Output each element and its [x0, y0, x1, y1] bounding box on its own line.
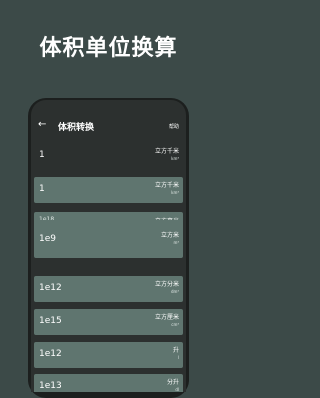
row-value: 1e12 — [39, 349, 62, 359]
help-button[interactable]: 帮助 — [169, 123, 179, 130]
row-symbol: m³ — [173, 240, 180, 245]
row-unit: 立方千米 — [154, 148, 179, 155]
row-value: 1 — [39, 150, 45, 160]
promo-headline: 体积单位换算 — [39, 36, 178, 61]
row-unit: 立方米 — [160, 232, 179, 239]
row-unit: 升 — [172, 347, 179, 354]
app-bar: ← 体积转换 帮助 — [31, 117, 186, 137]
result-row[interactable]: 1e9 立方米 m³ — [34, 220, 183, 258]
result-row[interactable]: 1e15 立方厘米 cm³ — [34, 309, 183, 335]
app-screen: ← 体积转换 帮助 1 立方千米 km³ 1 立方千米 km³ 1e18 立方毫… — [31, 100, 186, 392]
row-unit: 立方分米 — [154, 281, 179, 288]
row-unit: 立方千米 — [154, 182, 179, 189]
row-value: 1e15 — [39, 316, 62, 326]
row-symbol: dm³ — [170, 289, 179, 294]
row-symbol: km³ — [171, 190, 179, 195]
row-symbol: dl — [175, 387, 179, 392]
row-symbol: cm³ — [171, 322, 179, 327]
row-unit: 立方厘米 — [154, 314, 179, 321]
row-value: 1e13 — [39, 381, 62, 391]
result-row[interactable]: 1e12 升 l — [34, 342, 183, 368]
arrow-left-icon[interactable]: ← — [38, 119, 46, 130]
result-row[interactable]: 1e13 分升 dl — [34, 374, 183, 392]
input-row[interactable]: 1 立方千米 km³ — [34, 143, 183, 169]
result-row[interactable]: 1e12 立方分米 dm³ — [34, 276, 183, 302]
row-symbol: km³ — [171, 156, 179, 161]
row-symbol: l — [177, 355, 179, 360]
row-unit: 分升 — [166, 379, 179, 386]
row-value: 1 — [39, 184, 45, 194]
row-value: 1e12 — [39, 283, 62, 293]
result-row[interactable]: 1 立方千米 km³ — [34, 177, 183, 203]
page-title: 体积转换 — [58, 123, 95, 133]
row-value: 1e9 — [39, 234, 56, 244]
